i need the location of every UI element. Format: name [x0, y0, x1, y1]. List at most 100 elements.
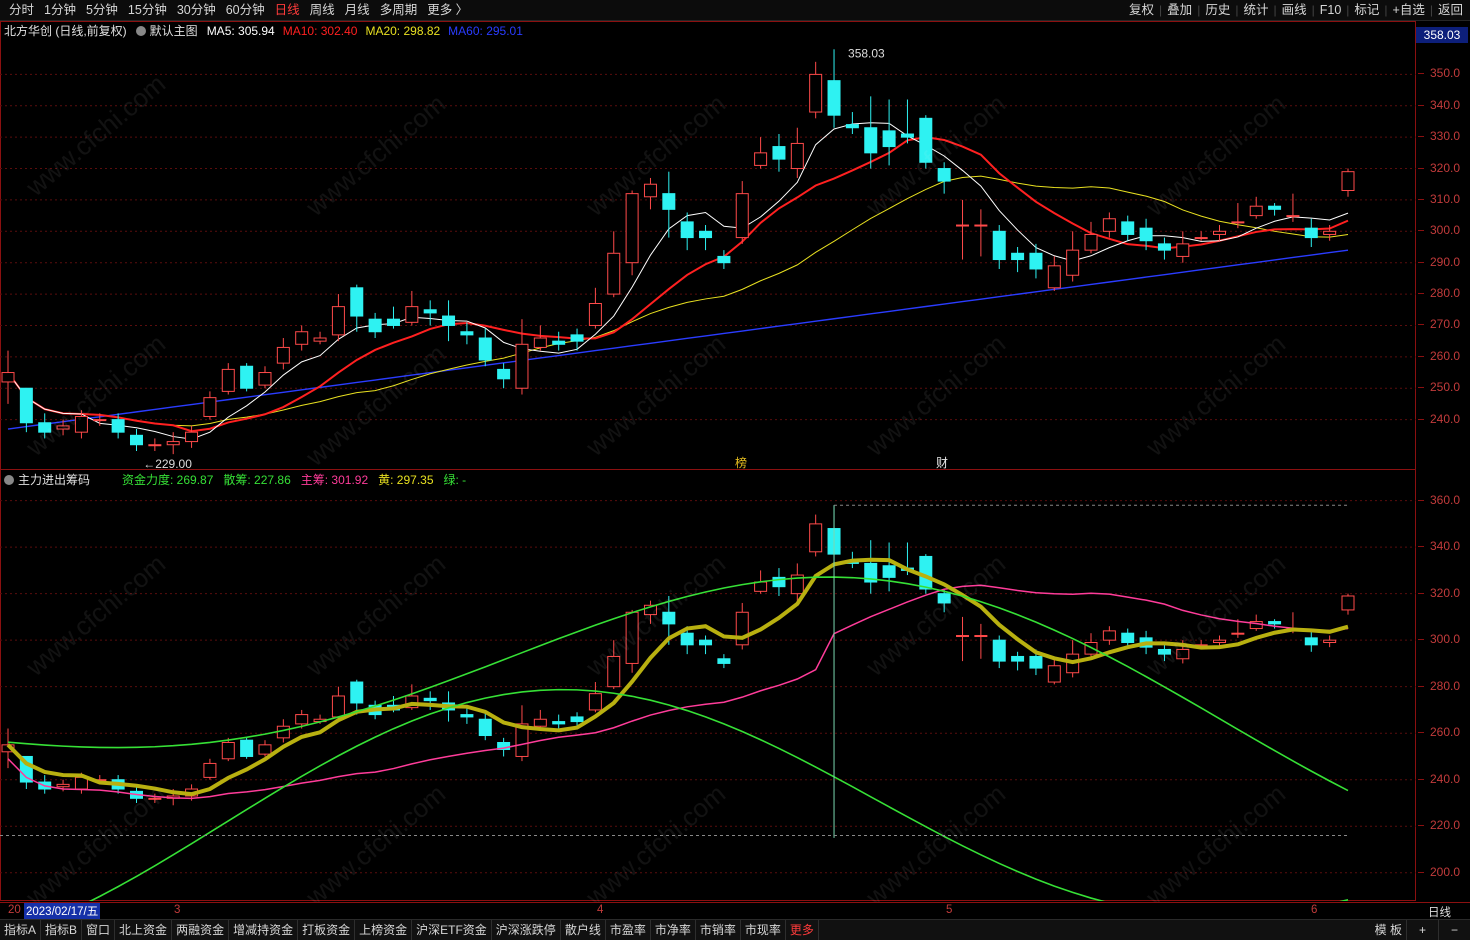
tab-period[interactable]: 1分钟	[39, 0, 81, 20]
fund-strength-line	[7, 576, 1349, 792]
sub-candle	[1176, 648, 1190, 660]
candle	[643, 183, 657, 198]
tab-period[interactable]: 更多 〉	[422, 0, 473, 20]
candle	[772, 146, 786, 160]
candle	[1102, 218, 1116, 232]
indicator-tab[interactable]: 指标B	[41, 920, 83, 940]
indicator-tab[interactable]: 散户线	[561, 920, 606, 940]
candle	[974, 224, 988, 227]
candle	[992, 230, 1006, 261]
indicator-tab[interactable]: 沪深涨跌停	[492, 920, 561, 940]
indicator-tab[interactable]: 北上资金	[115, 920, 173, 940]
tool-button[interactable]: 画线	[1277, 0, 1312, 20]
indicator-tab[interactable]: 沪深ETF资金	[412, 920, 492, 940]
sub-candle	[735, 611, 749, 646]
tool-button[interactable]: 返回	[1433, 0, 1468, 20]
tab-period[interactable]: 分时	[4, 0, 39, 20]
sub-candle	[625, 611, 639, 664]
candle	[754, 152, 768, 166]
month-label: 4	[597, 904, 604, 916]
low-label: ←229.00	[143, 457, 192, 471]
indicator-tab[interactable]: 市现率	[741, 920, 786, 940]
candle	[350, 287, 364, 317]
candle	[625, 193, 639, 264]
tool-button[interactable]: 叠加	[1162, 0, 1197, 20]
candle	[203, 397, 217, 417]
candle	[497, 368, 511, 380]
y-tick: 310.0	[1417, 191, 1461, 206]
zoom-out-button[interactable]: −	[1439, 920, 1470, 940]
y-tick: 280.0	[1417, 678, 1461, 693]
candle	[809, 73, 823, 113]
sub-candle	[350, 681, 364, 704]
indicator-tab[interactable]: 打板资金	[298, 920, 356, 940]
candle	[900, 133, 914, 138]
indicator-tab[interactable]: 市销率	[696, 920, 741, 940]
current-price-tag: 358.03	[1416, 27, 1468, 43]
candle	[19, 387, 33, 424]
tool-button[interactable]: +自选	[1388, 0, 1430, 20]
indicator-tab[interactable]: 增减持资金	[229, 920, 299, 940]
tab-period[interactable]: 15分钟	[123, 0, 172, 20]
tab-period[interactable]: 月线	[340, 0, 375, 20]
tool-button[interactable]: F10	[1315, 0, 1347, 20]
y-tick: 320.0	[1417, 585, 1461, 600]
sub-candle	[937, 593, 951, 604]
candle	[1304, 227, 1318, 239]
sub-candle	[956, 635, 970, 638]
tab-period[interactable]: 60分钟	[221, 0, 270, 20]
sub-candle	[1102, 630, 1116, 641]
candle	[313, 337, 327, 342]
indicator-tab[interactable]: 更多	[786, 920, 819, 940]
kline-chart[interactable]: 358.03 ←229.00 榜 财	[0, 21, 1416, 901]
y-tick: 320.0	[1417, 160, 1461, 175]
tool-button[interactable]: 历史	[1200, 0, 1235, 20]
candle	[790, 142, 804, 170]
sub-candle	[478, 718, 492, 737]
candle	[1323, 230, 1337, 235]
y-tick: 260.0	[1417, 725, 1461, 740]
indicator-tab[interactable]: 窗口	[82, 920, 116, 940]
tab-period[interactable]: 多周期	[375, 0, 423, 20]
sub-candle	[680, 632, 694, 646]
period-label: 日线	[1428, 907, 1451, 919]
y-tick: 290.0	[1417, 254, 1461, 269]
sub-candle	[809, 523, 823, 553]
tab-period[interactable]: 周线	[305, 0, 340, 20]
tab-period[interactable]: 日线	[270, 0, 305, 20]
sub-candle	[717, 658, 731, 664]
tab-period[interactable]: 5分钟	[81, 0, 123, 20]
tool-button[interactable]: 复权	[1124, 0, 1159, 20]
candle	[1047, 265, 1061, 289]
sub-candle	[570, 716, 584, 723]
flag-label: 榜	[735, 455, 747, 470]
indicator-tab[interactable]: 两融资金	[172, 920, 230, 940]
candle	[607, 252, 621, 295]
candle	[295, 331, 309, 345]
indicator-tab[interactable]: 上榜资金	[355, 920, 413, 940]
candle	[827, 80, 841, 116]
candle	[1249, 205, 1263, 217]
sub-candle	[1029, 655, 1043, 669]
candle	[276, 346, 290, 364]
template-button[interactable]: 模 板	[1371, 920, 1407, 940]
tool-button[interactable]: 统计	[1238, 0, 1273, 20]
y-tick: 300.0	[1417, 632, 1461, 647]
candle	[240, 365, 254, 389]
sub-candle	[295, 714, 309, 725]
candle	[937, 168, 951, 182]
tab-period[interactable]: 30分钟	[172, 0, 221, 20]
indicator-tab[interactable]: 市净率	[651, 920, 696, 940]
chart-tools: 复权 | 叠加 | 历史 | 统计 | 画线 | F10 | 标记 | +自选 | 返回	[1124, 0, 1468, 20]
sub-candle	[258, 744, 272, 755]
candle	[515, 343, 529, 389]
sub-candle	[1047, 665, 1061, 683]
candle	[221, 368, 235, 392]
indicator-tab[interactable]: 指标A	[0, 920, 42, 940]
tool-button[interactable]: 标记	[1349, 0, 1384, 20]
candle	[148, 444, 162, 447]
zoom-in-button[interactable]: +	[1407, 920, 1439, 940]
sub-candle	[240, 739, 254, 757]
indicator-tab[interactable]: 市盈率	[606, 920, 651, 940]
candle	[1084, 233, 1098, 251]
